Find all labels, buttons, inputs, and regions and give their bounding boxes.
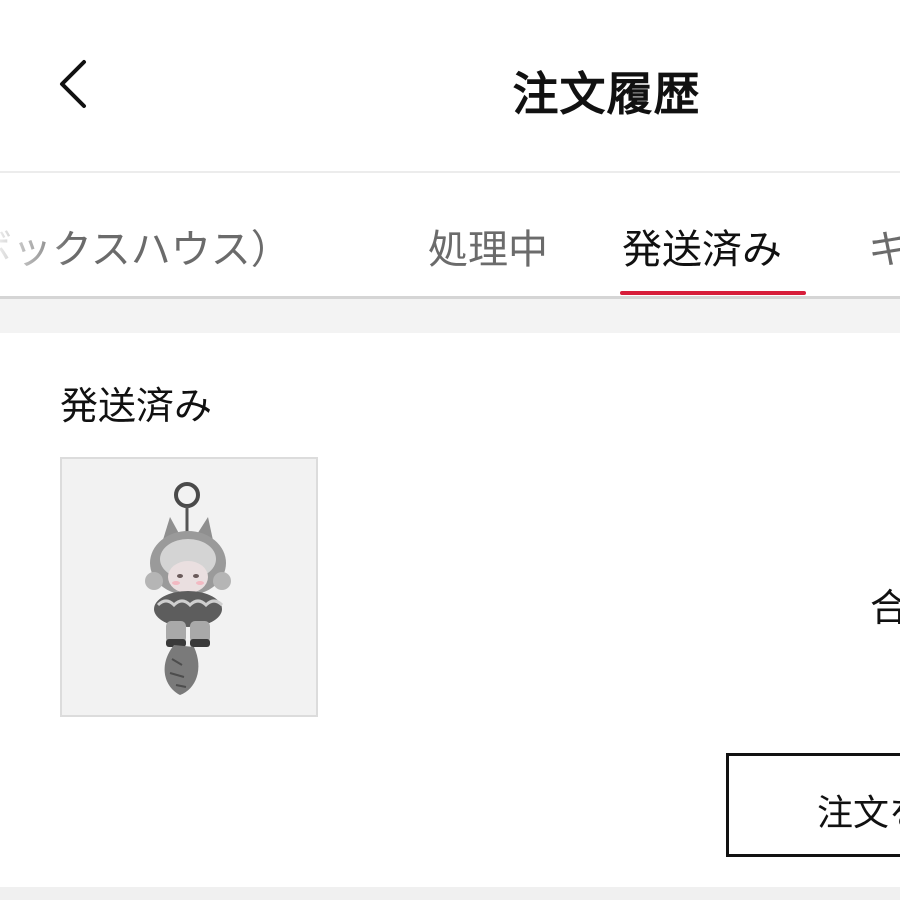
- product-thumbnail[interactable]: [60, 457, 318, 717]
- order-history-screen: 注文履歴 ボックスハウス） 処理中 発送済み キ 発送済み 合 注文: [0, 0, 900, 900]
- tab-box-house[interactable]: ボックスハウス）: [0, 225, 291, 275]
- tab-shipped[interactable]: 発送済み: [622, 225, 782, 275]
- order-card: 発送済み 合 注文: [0, 333, 900, 887]
- bottom-spacer: [0, 887, 900, 900]
- tab-processing[interactable]: 処理中: [428, 225, 548, 275]
- order-total-label: 合: [870, 586, 900, 630]
- order-action-button[interactable]: 注文を: [726, 753, 900, 857]
- active-tab-indicator: [620, 291, 806, 295]
- section-spacer: [0, 299, 900, 333]
- app-header: 注文履歴: [0, 0, 900, 173]
- tab-next[interactable]: キ: [868, 225, 900, 275]
- order-action-label: 注文を: [817, 793, 900, 834]
- wolf-figure-keychain-image: [145, 482, 231, 695]
- order-status-tabs: ボックスハウス） 処理中 発送済み キ: [0, 173, 900, 299]
- order-status-label: 発送済み: [60, 384, 213, 428]
- page-title: 注文履歴: [512, 67, 701, 121]
